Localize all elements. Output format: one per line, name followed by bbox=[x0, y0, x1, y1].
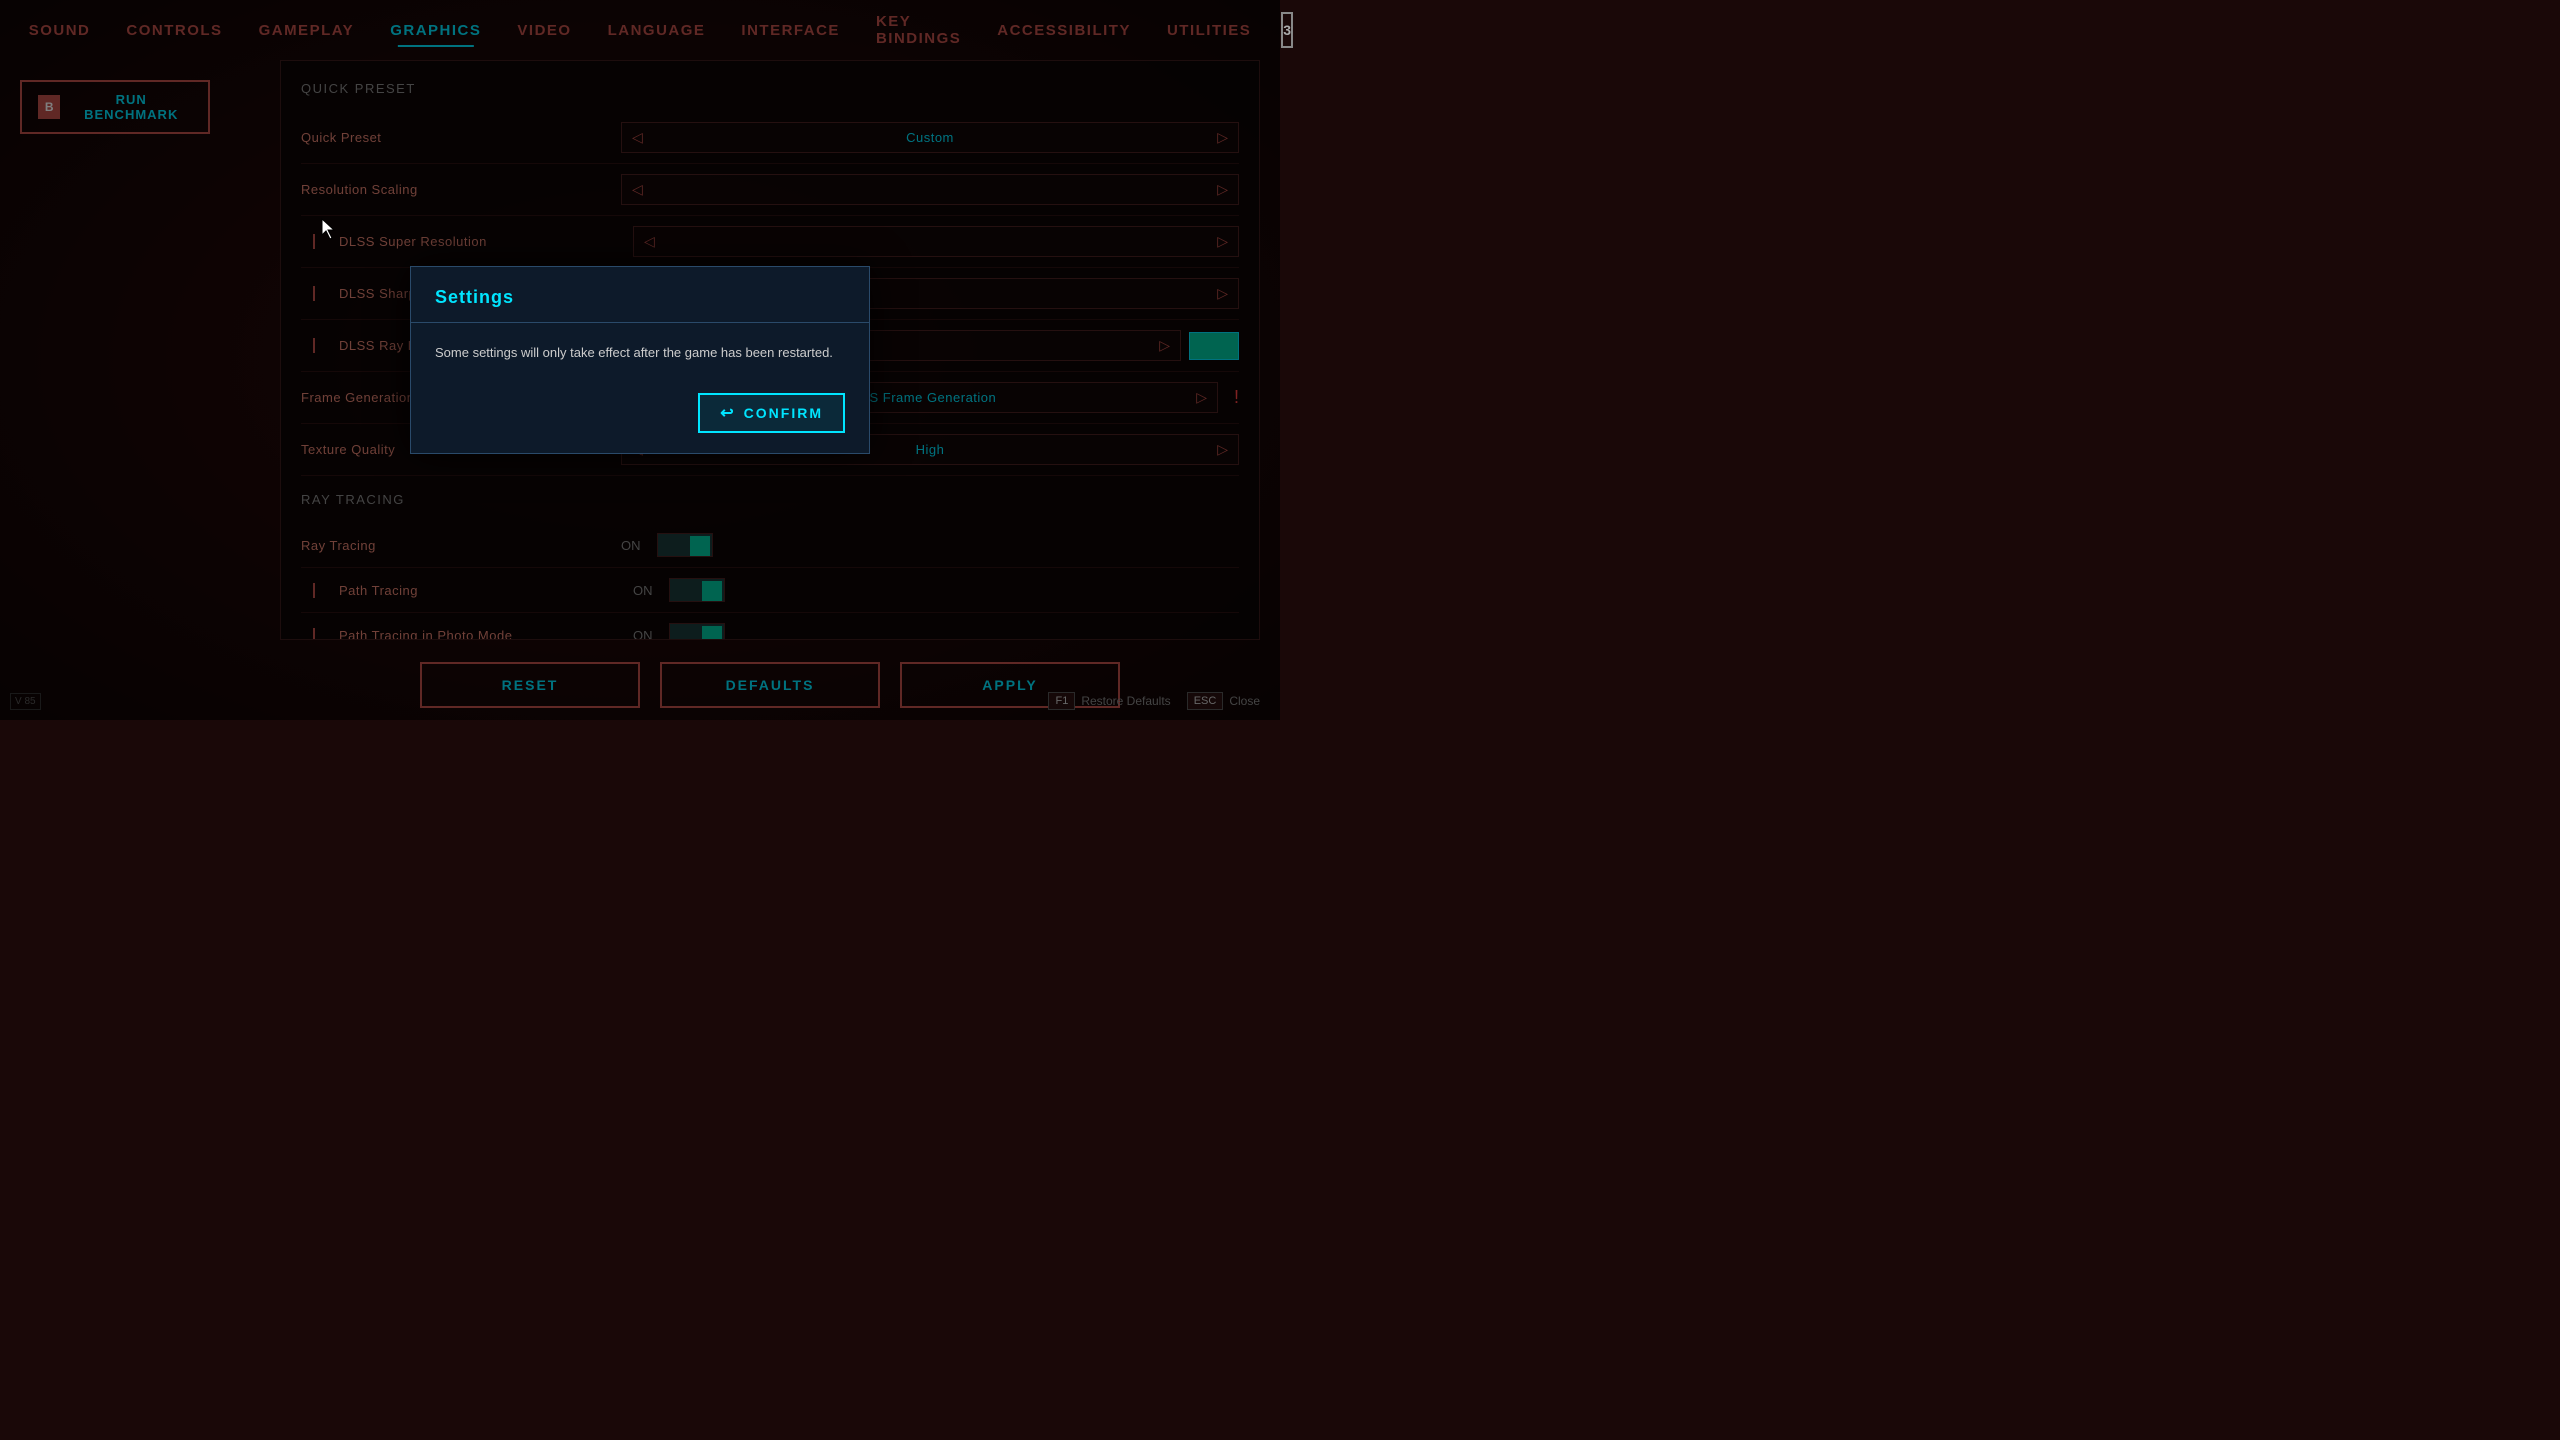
controller-badge-2: 3 bbox=[1281, 12, 1293, 48]
modal-title: Settings bbox=[435, 287, 845, 308]
modal-title-bar: Settings bbox=[411, 267, 869, 323]
confirm-icon: ↩ bbox=[720, 403, 735, 423]
confirm-label: CONFIRM bbox=[744, 405, 823, 421]
modal-body: Some settings will only take effect afte… bbox=[411, 323, 869, 394]
confirm-button[interactable]: ↩ CONFIRM bbox=[698, 393, 845, 433]
modal-overlay: Settings Some settings will only take ef… bbox=[0, 0, 1280, 720]
modal-footer: ↩ CONFIRM bbox=[411, 393, 869, 453]
modal-dialog: Settings Some settings will only take ef… bbox=[410, 266, 870, 455]
modal-message: Some settings will only take effect afte… bbox=[435, 343, 845, 364]
